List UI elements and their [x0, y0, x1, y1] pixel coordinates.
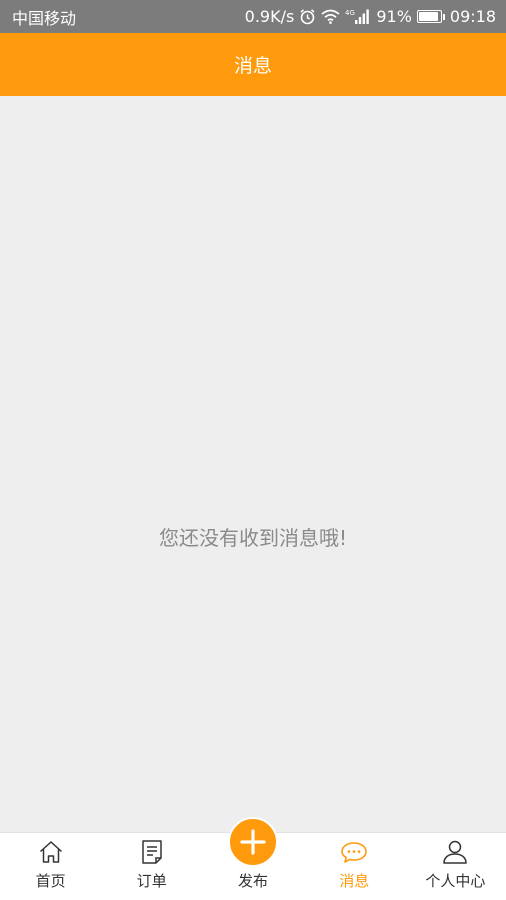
status-bar: 中国移动 0.9K/s 4G 91% 09:18	[0, 0, 506, 33]
carrier-name: 中国移动	[12, 8, 77, 28]
tab-label: 订单	[136, 872, 167, 890]
page-title: 消息	[233, 55, 272, 77]
message-list: 您还没有收到消息哦!	[0, 96, 506, 832]
battery-percent: 91%	[376, 7, 412, 26]
user-icon	[443, 840, 468, 864]
empty-state-message: 您还没有收到消息哦!	[158, 526, 348, 550]
tab-label: 发布	[238, 872, 269, 890]
tab-label: 首页	[35, 872, 66, 890]
tab-label: 个人中心	[425, 872, 486, 890]
alarm-icon	[300, 9, 315, 25]
network-speed: 0.9K/s	[244, 7, 295, 26]
plus-icon	[240, 829, 266, 855]
tab-messages[interactable]: 消息	[304, 833, 405, 900]
screen: 中国移动 0.9K/s 4G 91% 09:18 消息 您还没有收到消息哦! 首…	[0, 0, 506, 900]
clock: 09:18	[449, 7, 496, 26]
status-indicators: 0.9K/s 4G 91% 09:18	[245, 7, 496, 26]
header: 消息	[0, 33, 506, 96]
wifi-icon	[321, 9, 340, 24]
battery-icon	[416, 10, 445, 23]
tab-home[interactable]: 首页	[0, 833, 101, 900]
order-icon	[142, 840, 162, 864]
tab-bar: 首页 订单 发布 消息 个人中心	[0, 817, 506, 900]
home-icon	[39, 841, 62, 863]
network-type: 4G	[345, 9, 355, 17]
signal-icon: 4G	[345, 9, 370, 24]
tab-publish[interactable]: 发布	[202, 817, 303, 900]
message-icon	[341, 842, 368, 863]
tab-profile[interactable]: 个人中心	[405, 833, 506, 900]
tab-label: 消息	[339, 872, 370, 890]
publish-button[interactable]	[228, 817, 278, 867]
tab-orders[interactable]: 订单	[101, 833, 202, 900]
